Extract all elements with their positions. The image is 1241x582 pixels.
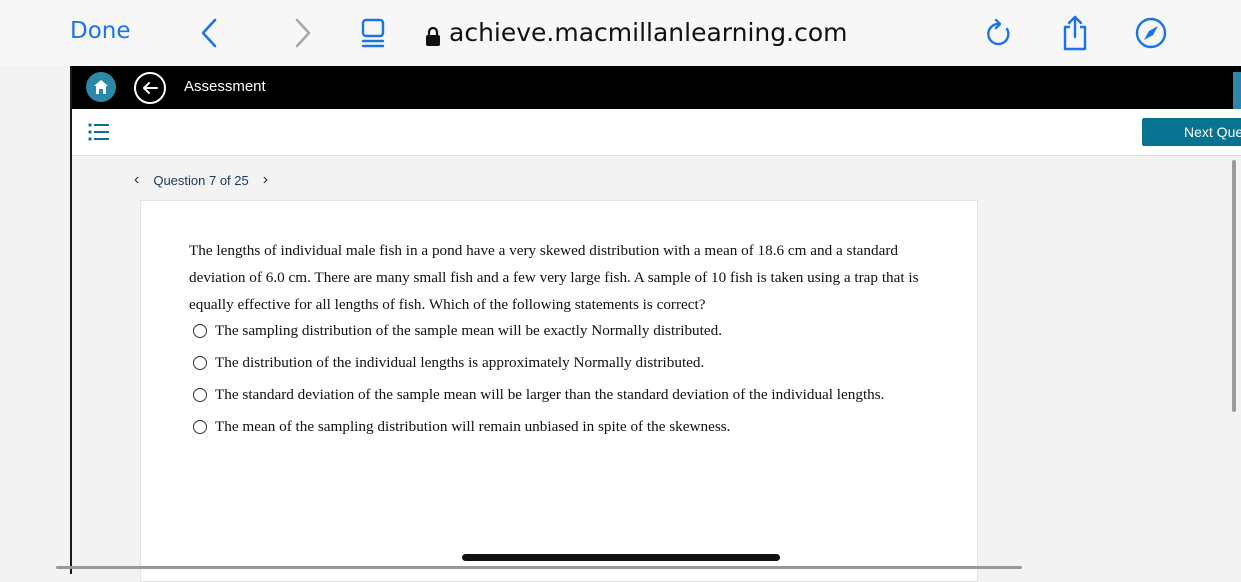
lock-icon [425,23,441,46]
reload-icon[interactable] [982,15,1016,51]
answer-option[interactable]: The sampling distribution of the sample … [193,315,884,347]
home-indicator[interactable] [462,554,780,561]
next-question-icon[interactable]: › [263,171,268,189]
question-card: The lengths of individual male fish in a… [140,200,978,582]
radio-button[interactable] [193,388,207,402]
assessment-toolbar: Next Question [72,109,1241,156]
answer-option[interactable]: The mean of the sampling distribution wi… [193,411,884,443]
back-button[interactable] [134,72,166,104]
side-panel-tab[interactable] [1233,72,1241,110]
scrollbar[interactable] [1232,160,1236,412]
back-chevron-icon[interactable] [192,15,226,51]
answer-option[interactable]: The distribution of the individual lengt… [193,347,884,379]
share-icon[interactable] [1058,15,1092,51]
arrow-left-icon [143,82,158,94]
home-icon [94,80,108,94]
option-label: The sampling distribution of the sample … [215,322,722,339]
answer-options: The sampling distribution of the sample … [193,315,884,443]
home-button[interactable] [86,72,116,102]
question-text: The lengths of individual male fish in a… [189,242,919,313]
page-title: Assessment [184,78,266,95]
radio-button[interactable] [193,324,207,338]
left-edge [0,66,72,574]
url-text: achieve.macmillanlearning.com [449,18,848,47]
next-question-button[interactable]: Next Question [1142,118,1241,146]
browser-toolbar: Done achieve.macmillanlearning.com [0,0,1241,67]
option-label: The distribution of the individual lengt… [215,354,705,371]
prev-question-icon[interactable]: ‹ [134,171,139,189]
radio-button[interactable] [193,356,207,370]
app-header: Assessment [72,66,1241,110]
reader-icon[interactable] [356,15,390,51]
question-counter: Question 7 of 25 [153,172,249,188]
forward-chevron-icon[interactable] [286,15,320,51]
radio-button[interactable] [193,420,207,434]
option-label: The standard deviation of the sample mea… [215,386,885,403]
address-bar[interactable]: achieve.macmillanlearning.com [425,18,847,47]
main-content: ‹ Question 7 of 25 › The lengths of indi… [72,156,1241,582]
question-navigator: ‹ Question 7 of 25 › [134,171,268,189]
bottom-scroll-indicator [56,566,1022,569]
done-button[interactable]: Done [70,18,131,44]
option-label: The mean of the sampling distribution wi… [215,418,731,435]
answer-option[interactable]: The standard deviation of the sample mea… [193,379,884,411]
compass-icon[interactable] [1134,15,1168,51]
list-icon[interactable] [88,123,110,146]
